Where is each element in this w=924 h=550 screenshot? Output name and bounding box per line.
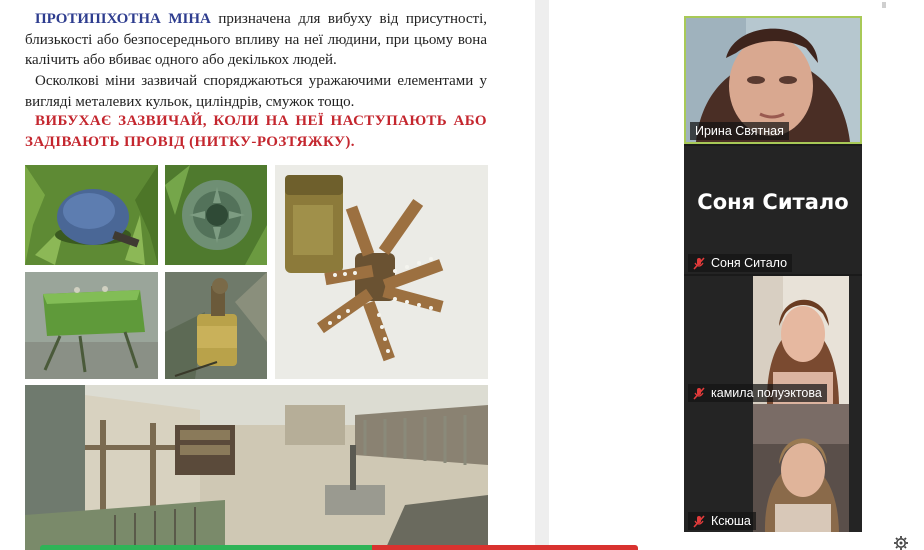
shared-screen: ПРОТИПІХОТНА МІНА призначена для вибуху … — [0, 0, 535, 550]
screen-share-bar-left[interactable] — [40, 545, 372, 550]
participant-name: Соня Ситало — [711, 256, 788, 270]
document-page: ПРОТИПІХОТНА МІНА призначена для вибуху … — [0, 0, 520, 550]
participant-name-label: камила полуэктова — [688, 384, 827, 402]
gear-icon[interactable] — [893, 535, 909, 550]
photo-bounding-mine — [275, 165, 488, 379]
right-edge-panel — [878, 0, 924, 550]
participant-tile[interactable]: Ирина Святная — [684, 16, 862, 144]
paragraph-fragmentation: Осколкові міни зазвичай споряджаються ур… — [25, 73, 487, 110]
participant-name: Ксюша — [711, 514, 751, 528]
photo-pressure-mine — [165, 165, 267, 265]
photo-directional-mine — [25, 272, 158, 379]
warning-text: ВИБУХАЄ ЗАЗВИЧАЙ, КОЛИ НА НЕЇ НАСТУПАЮТЬ… — [25, 113, 487, 150]
participant-gallery: Ирина Святная Соня Ситало Соня Ситало ка… — [684, 16, 862, 532]
illustration-village-yard — [25, 385, 488, 550]
participant-tile[interactable]: Соня Ситало Соня Ситало — [684, 146, 862, 274]
lead-term: ПРОТИПІХОТНА МІНА — [35, 11, 211, 27]
participant-display-name: Соня Ситало — [697, 190, 849, 214]
mic-muted-icon — [693, 514, 705, 528]
participant-name-label: Ксюша — [688, 512, 756, 530]
participant-tile[interactable]: Ксюша — [684, 404, 862, 532]
document-gutter — [535, 0, 549, 550]
photo-round-mine — [25, 165, 158, 265]
participant-name: камила полуэктова — [711, 386, 822, 400]
mic-muted-icon — [693, 256, 705, 270]
participant-video — [753, 404, 849, 532]
screen-share-bar-right[interactable] — [372, 545, 638, 550]
participant-tile[interactable]: камила полуэктова — [684, 276, 862, 404]
photo-stake-mine — [165, 272, 267, 379]
paragraph-definition: ПРОТИПІХОТНА МІНА призначена для вибуху … — [25, 9, 487, 71]
scroll-indicator[interactable] — [882, 2, 886, 8]
participant-name-label: Соня Ситало — [688, 254, 793, 272]
mic-muted-icon — [693, 386, 705, 400]
participant-name-label: Ирина Святная — [690, 122, 789, 140]
participant-name: Ирина Святная — [695, 124, 784, 138]
